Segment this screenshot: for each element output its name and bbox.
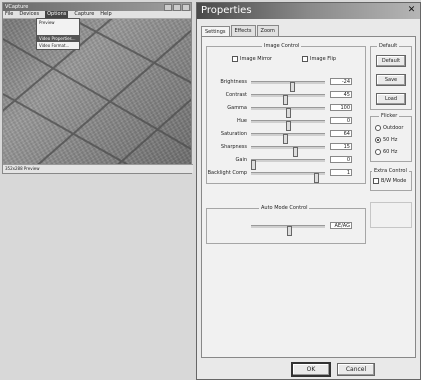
slider-value[interactable]: 1 bbox=[330, 169, 352, 176]
image-control-label: Image Control bbox=[262, 43, 302, 49]
dropdown-item-video-format[interactable]: Video Format... bbox=[37, 42, 79, 49]
slider-label: Sharpness bbox=[220, 144, 247, 150]
slider-value[interactable]: 0 bbox=[330, 156, 352, 163]
slider-value[interactable]: 100 bbox=[330, 104, 352, 111]
disabled-group bbox=[370, 202, 412, 228]
slider-value[interactable]: 0 bbox=[330, 117, 352, 124]
load-button[interactable]: Load bbox=[376, 93, 406, 105]
extra-control-label: Extra Control bbox=[372, 168, 409, 174]
slider-label: Contrast bbox=[225, 92, 247, 98]
slider-value[interactable]: -24 bbox=[330, 78, 352, 85]
slider-value[interactable]: 45 bbox=[330, 91, 352, 98]
default-group-label: Default bbox=[377, 43, 400, 49]
radio-outdoor[interactable] bbox=[375, 125, 381, 131]
cancel-button[interactable]: Cancel bbox=[337, 363, 375, 376]
capture-window: VCapture File Devices Options Capture He… bbox=[2, 2, 193, 174]
image-control-group: Image Control Image Mirror Image Flip Br… bbox=[206, 43, 366, 184]
slider-row-backlight: Backlight Comp 1 bbox=[207, 168, 357, 183]
image-flip-box[interactable] bbox=[302, 56, 308, 62]
close-icon[interactable]: ✕ bbox=[406, 5, 417, 16]
slider-thumb[interactable] bbox=[314, 173, 319, 183]
default-button[interactable]: Default bbox=[376, 55, 406, 67]
settings-panel: Image Control Image Mirror Image Flip Br… bbox=[201, 36, 416, 358]
slider-row-gamma: Gamma 100 bbox=[207, 103, 357, 118]
status-bar: 352x288 Preview bbox=[3, 164, 193, 173]
slider-track[interactable] bbox=[251, 159, 325, 170]
auto-mode-row: AE/AG bbox=[207, 221, 357, 236]
tab-zoom[interactable]: Zoom bbox=[256, 25, 279, 36]
flicker-group: Flicker Outdoor 50 Hz 60 Hz bbox=[370, 113, 412, 162]
flicker-50hz-radio[interactable]: 50 Hz bbox=[375, 137, 397, 143]
menu-devices[interactable]: Devices bbox=[19, 11, 39, 18]
auto-mode-slider-thumb[interactable] bbox=[287, 226, 292, 236]
radio-60hz[interactable] bbox=[375, 149, 381, 155]
options-dropdown-menu: Preview Video Properties... Video Format… bbox=[36, 18, 80, 50]
flicker-outdoor-label: Outdoor bbox=[383, 125, 404, 131]
slider-row-contrast: Contrast 45 bbox=[207, 90, 357, 105]
auto-mode-value[interactable]: AE/AG bbox=[330, 222, 352, 229]
slider-track[interactable] bbox=[251, 94, 325, 105]
properties-title: Properties bbox=[201, 5, 252, 16]
flicker-group-label: Flicker bbox=[379, 113, 400, 119]
properties-dialog: Properties ✕ Settings Effects Zoom Image… bbox=[196, 2, 421, 380]
slider-track[interactable] bbox=[251, 81, 325, 92]
tile-grid-lines bbox=[3, 19, 191, 165]
minimize-button[interactable] bbox=[164, 4, 172, 11]
slider-track[interactable] bbox=[251, 146, 325, 157]
slider-label: Backlight Comp bbox=[207, 170, 247, 176]
slider-track[interactable] bbox=[251, 120, 325, 131]
capture-window-titlebar: VCapture bbox=[3, 3, 191, 11]
bw-mode-label: B/W Mode bbox=[381, 178, 407, 184]
slider-row-saturation: Saturation 64 bbox=[207, 129, 357, 144]
slider-label: Brightness bbox=[220, 79, 247, 85]
image-mirror-label: Image Mirror bbox=[240, 56, 272, 62]
slider-track[interactable] bbox=[251, 172, 325, 183]
menu-bar: File Devices Options Capture Help bbox=[3, 11, 191, 19]
tab-effects[interactable]: Effects bbox=[230, 25, 256, 36]
slider-row-hue: Hue 0 bbox=[207, 116, 357, 131]
slider-value[interactable]: 15 bbox=[330, 143, 352, 150]
slider-label: Gamma bbox=[227, 105, 247, 111]
save-button[interactable]: Save bbox=[376, 74, 406, 86]
slider-label: Gain bbox=[235, 157, 248, 163]
dropdown-item-video-properties[interactable]: Video Properties... bbox=[37, 35, 79, 42]
default-group: Default Default Save Load bbox=[370, 43, 412, 110]
ok-button[interactable]: OK bbox=[291, 362, 331, 377]
tab-strip: Settings Effects Zoom bbox=[201, 25, 280, 37]
flicker-outdoor-radio[interactable]: Outdoor bbox=[375, 125, 403, 131]
flicker-60hz-radio[interactable]: 60 Hz bbox=[375, 149, 397, 155]
flicker-50hz-label: 50 Hz bbox=[383, 137, 398, 143]
capture-window-title: VCapture bbox=[5, 4, 29, 10]
dropdown-item-preview[interactable]: Preview bbox=[37, 19, 79, 26]
image-flip-checkbox[interactable]: Image Flip bbox=[302, 56, 336, 62]
slider-track[interactable] bbox=[251, 133, 325, 144]
auto-mode-slider-track[interactable] bbox=[251, 225, 325, 236]
slider-row-sharpness: Sharpness 15 bbox=[207, 142, 357, 157]
image-mirror-box[interactable] bbox=[232, 56, 238, 62]
bw-mode-box[interactable] bbox=[373, 178, 379, 184]
slider-value[interactable]: 64 bbox=[330, 130, 352, 137]
auto-mode-group: Auto Mode Control AE/AG bbox=[206, 205, 366, 244]
extra-control-group: Extra Control B/W Mode bbox=[370, 168, 412, 191]
slider-label: Saturation bbox=[220, 131, 247, 137]
image-mirror-checkbox[interactable]: Image Mirror bbox=[232, 56, 272, 62]
close-button[interactable] bbox=[182, 4, 190, 11]
slider-track[interactable] bbox=[251, 107, 325, 118]
flicker-60hz-label: 60 Hz bbox=[383, 149, 398, 155]
menu-capture[interactable]: Capture bbox=[74, 11, 94, 18]
menu-file[interactable]: File bbox=[5, 11, 13, 18]
menu-options[interactable]: Options bbox=[45, 11, 69, 18]
auto-mode-label: Auto Mode Control bbox=[259, 205, 310, 211]
radio-50hz[interactable] bbox=[375, 137, 381, 143]
slider-label: Hue bbox=[236, 118, 247, 124]
menu-help[interactable]: Help bbox=[100, 11, 111, 18]
bw-mode-checkbox[interactable]: B/W Mode bbox=[373, 178, 406, 184]
slider-row-brightness: Brightness -24 bbox=[207, 77, 357, 92]
slider-row-gain: Gain 0 bbox=[207, 155, 357, 170]
image-flip-label: Image Flip bbox=[310, 56, 337, 62]
properties-titlebar: Properties ✕ bbox=[197, 3, 420, 19]
maximize-button[interactable] bbox=[173, 4, 181, 11]
video-preview bbox=[3, 19, 191, 165]
